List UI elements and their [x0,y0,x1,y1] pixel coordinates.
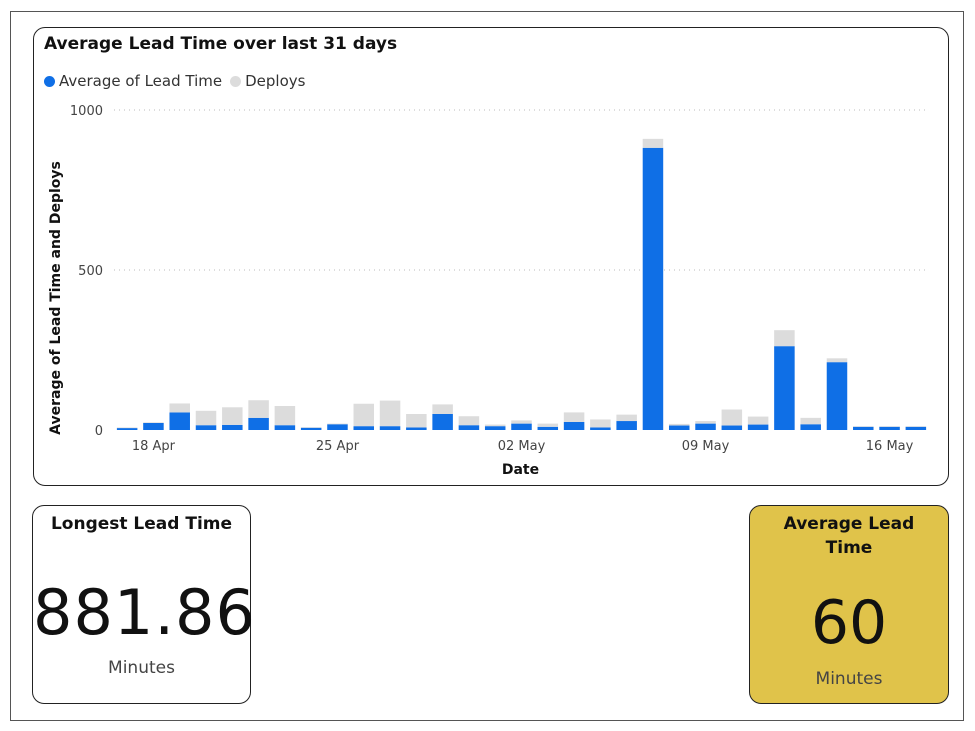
bar-deploys [642,138,664,148]
chart-plot: 0 500 1000 18 Apr 25 Apr 02 May 09 May 16 May Da… [48,104,929,478]
bar-deploys [721,409,743,426]
bar-deploys [327,423,348,425]
longest-lead-time-value: 881.86 [33,576,256,649]
bar-lead-time [432,414,453,430]
chart-card: Average Lead Time over last 31 days Aver… [33,27,949,486]
bar-deploys [274,406,296,426]
bar-deploys [300,427,322,428]
y-axis-label: Average of Lead Time and Deploys [48,161,64,435]
bar-deploys [774,330,795,347]
bar-deploys [879,426,900,427]
bar-lead-time [721,425,743,430]
longest-lead-time-unit: Minutes [108,658,175,678]
bar-lead-time [563,422,585,430]
bar-lead-time [143,422,164,430]
bar-deploys [353,403,375,427]
average-lead-time-value: 60 [810,588,888,658]
bar-deploys [905,426,927,427]
longest-lead-time-title: Longest Lead Time [50,514,233,534]
bar-deploys [116,427,138,429]
bar-deploys [406,414,427,428]
bar-deploys [143,422,164,423]
bar-deploys [826,358,848,363]
bar-lead-time [458,425,480,430]
bar-lead-time [826,362,848,430]
bar-lead-time [300,427,322,430]
y-tick-label: 1000 [70,104,103,119]
longest-lead-time-card: Longest Lead Time 881.86 Minutes [32,505,256,704]
bar-deploys [511,420,532,424]
x-tick-label: 18 Apr [132,439,176,454]
bar-deploys [800,417,821,425]
bar-lead-time [537,426,559,430]
x-tick-label: 16 May [866,439,914,454]
bar-deploys [747,416,769,425]
bar-lead-time [616,421,637,430]
bar-lead-time [590,427,611,430]
bar-lead-time [353,426,375,430]
x-axis-label: Date [502,462,539,478]
bar-lead-time [222,424,243,430]
bar-lead-time [853,426,874,430]
bar-deploys [379,400,401,427]
x-tick-label: 09 May [682,439,730,454]
bar-deploys [248,400,269,418]
bar-deploys [853,426,874,427]
x-tick-label: 02 May [498,439,546,454]
bar-lead-time [379,426,401,430]
bar-lead-time [248,417,269,430]
bar-lead-time [800,424,821,430]
bar-deploys [458,416,480,426]
bar-deploys [169,403,190,413]
bar-deploys [563,412,585,422]
bar-deploys [616,414,637,422]
bar-lead-time [695,423,716,430]
bar-deploys [484,424,506,427]
bar-deploys [537,423,559,427]
bar-lead-time [327,424,348,430]
bar-deploys [432,404,453,414]
bar-deploys [195,410,217,426]
bar-lead-time [274,425,296,430]
y-tick-label: 500 [78,264,103,279]
bar-lead-time [879,426,900,430]
bar-lead-time [668,425,690,430]
average-lead-time-title-line2: Time [825,538,873,558]
bar-lead-time [406,427,427,430]
average-lead-time-title-line1: Average Lead [783,514,915,534]
bar-deploys [590,419,611,428]
average-lead-time-unit: Minutes [815,669,883,689]
bar-deploys [222,407,243,425]
bar-lead-time [905,426,927,430]
x-tick-label: 25 Apr [316,439,360,454]
bar-lead-time [116,428,138,430]
bar-lead-time [484,426,506,430]
bar-deploys [668,423,690,426]
bar-deploys [695,421,716,424]
bar-lead-time [169,412,190,430]
bar-lead-time [774,346,795,430]
bar-lead-time [195,425,217,430]
bar-lead-time [642,147,664,430]
bar-lead-time [511,423,532,430]
y-tick-label: 0 [95,424,103,439]
bar-lead-time [747,424,769,430]
average-lead-time-card: Average Lead Time 60 Minutes [749,505,949,704]
